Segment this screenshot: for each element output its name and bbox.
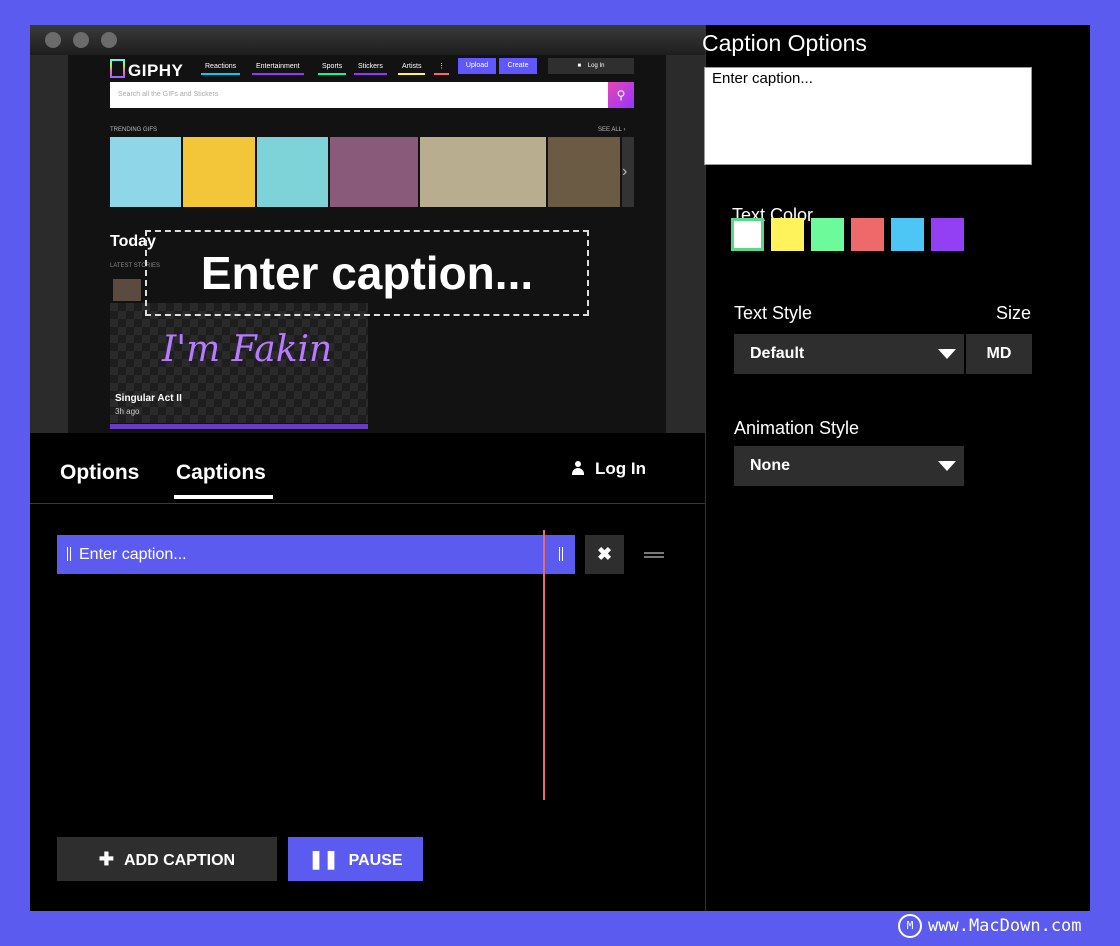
text-style-select[interactable]: Default: [734, 334, 964, 374]
story-title: Singular Act II: [115, 393, 182, 404]
pause-button[interactable]: ❚❚ PAUSE: [288, 837, 423, 881]
search-icon: ⚲: [608, 82, 634, 108]
add-caption-button[interactable]: ✚ ADD CAPTION: [57, 837, 277, 881]
create-button: Create: [499, 58, 537, 74]
caption-text-input[interactable]: [704, 67, 1032, 165]
animation-style-label: Animation Style: [734, 418, 860, 438]
story-card: I'm Fakin Singular Act II 3h ago: [110, 303, 368, 423]
nav-entertainment: Entertainment: [252, 60, 304, 75]
close-window-button[interactable]: [45, 32, 61, 48]
text-style-label: Text Style: [734, 303, 813, 323]
color-swatch-red[interactable]: [851, 218, 884, 251]
size-label: Size: [996, 303, 1032, 323]
delete-caption-button[interactable]: ✖: [585, 535, 624, 574]
caption-timeline: Enter caption... ✖ ✚ ADD CAPTION ❚❚ PAUSE: [30, 504, 706, 911]
caret-down-icon: [938, 461, 956, 471]
title-bar: [30, 25, 706, 55]
drag-handle-icon[interactable]: [644, 552, 664, 558]
minimize-window-button[interactable]: [73, 32, 89, 48]
see-all-link: SEE ALL ›: [598, 127, 626, 133]
user-icon: [571, 461, 585, 475]
close-icon: ✖: [596, 544, 613, 564]
caret-down-icon: [938, 349, 956, 359]
animation-style-select[interactable]: None: [734, 446, 964, 486]
giphy-logo-icon: [110, 59, 125, 78]
gif-thumb: [420, 137, 546, 207]
caption-overlay[interactable]: Enter caption...: [145, 230, 589, 316]
story-accent-bar: [110, 424, 368, 429]
macdown-logo-icon: M: [898, 914, 922, 938]
panel-title: Caption Options: [702, 30, 867, 56]
caption-start-handle[interactable]: [67, 547, 71, 561]
gif-thumb: [548, 137, 620, 207]
nav-stickers: Stickers: [354, 60, 387, 75]
tab-captions[interactable]: Captions: [176, 461, 266, 485]
story-time: 3h ago: [115, 407, 140, 416]
caption-track-label: Enter caption...: [79, 546, 187, 563]
giphy-logo: GIPHY: [110, 59, 183, 81]
upload-button: Upload: [458, 58, 496, 74]
gif-preview: GIPHY Reactions Entertainment Sports Sti…: [30, 55, 706, 433]
plus-icon: ✚: [98, 849, 114, 869]
gif-thumb: [257, 137, 328, 207]
color-swatch-yellow[interactable]: [771, 218, 804, 251]
color-swatch-purple[interactable]: [931, 218, 964, 251]
tab-bar: Options Captions Log In: [30, 433, 706, 504]
color-swatch-white[interactable]: [731, 218, 764, 251]
nav-more: ⋮: [434, 60, 449, 75]
nav-sports: Sports: [318, 60, 347, 75]
zoom-window-button[interactable]: [101, 32, 117, 48]
nav-artists: Artists: [398, 60, 426, 75]
caption-end-handle[interactable]: [559, 547, 563, 561]
gif-next-icon: ›: [622, 137, 634, 207]
login-button[interactable]: Log In: [571, 459, 646, 479]
color-swatch-green[interactable]: [811, 218, 844, 251]
watermark: Mwww.MacDown.com: [898, 914, 1082, 938]
caption-track[interactable]: Enter caption...: [57, 535, 575, 574]
nav-reactions: Reactions: [201, 60, 241, 75]
site-login-button: ■ Log In: [548, 58, 634, 74]
color-swatch-blue[interactable]: [891, 218, 924, 251]
pause-icon: ❚❚: [308, 849, 339, 869]
size-select[interactable]: MD: [966, 334, 1032, 374]
active-tab-indicator: [174, 495, 273, 499]
playhead[interactable]: [543, 530, 545, 800]
trending-label: TRENDING GIFS: [110, 127, 158, 133]
swatch-fill: [734, 221, 761, 248]
story-art-text: I'm Fakin: [162, 329, 333, 370]
site-search-input: Search all the GIFs and Stickers: [110, 82, 608, 108]
gif-thumb: [110, 137, 181, 207]
gif-thumb: [183, 137, 255, 207]
tab-options[interactable]: Options: [60, 461, 139, 485]
gif-thumb: [330, 137, 418, 207]
story-thumbnail: [113, 279, 141, 301]
